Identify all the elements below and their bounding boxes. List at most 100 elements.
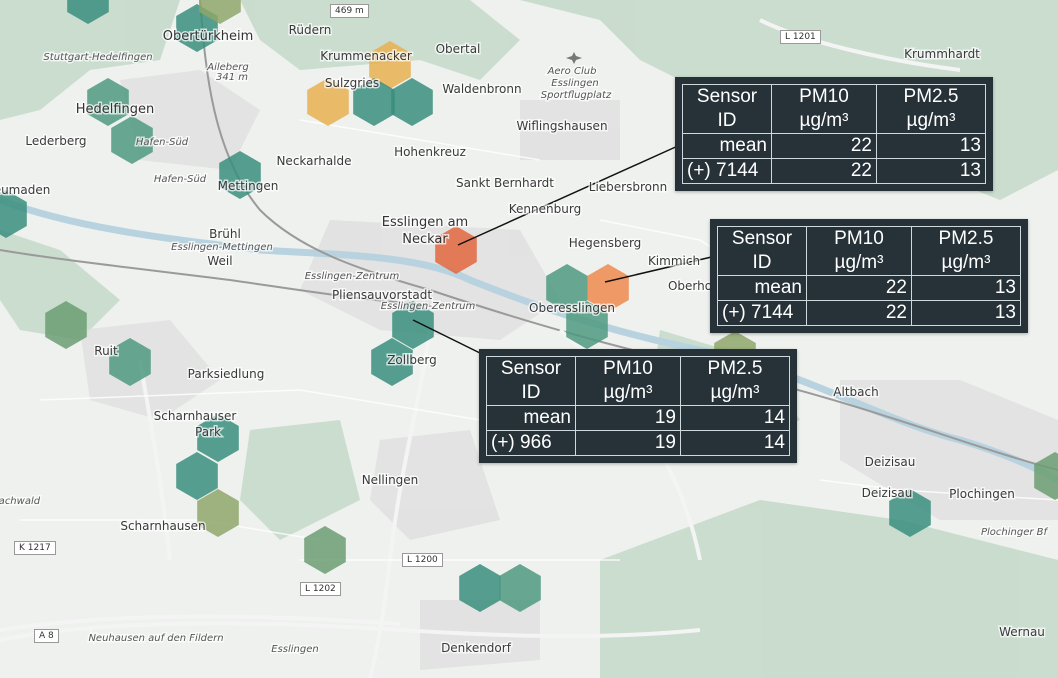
header-sensor-id: Sensor ID: [486, 356, 576, 406]
header-pm10: PM10 µg/m³: [806, 226, 912, 276]
place-label: Kimmich: [648, 254, 700, 268]
area-label: Plochinger Bf: [981, 527, 1049, 538]
sensor-popup-3[interactable]: Sensor ID PM10 µg/m³ PM2.5 µg/m³ mean 19 14…: [479, 349, 797, 463]
area-label: 341 m: [216, 72, 248, 83]
sensor-pm10: 19: [575, 430, 681, 456]
area-label: Stuttgart-Hedelfingen: [43, 52, 152, 63]
place-label: Denkendorf: [441, 641, 512, 655]
place-label: Hedelfingen: [76, 102, 155, 117]
mean-pm10: 22: [806, 275, 912, 301]
area-label: Esslingen-Zentrum: [381, 301, 476, 312]
place-label: Wiflingshausen: [516, 119, 607, 133]
popup-header-row: Sensor ID PM10 µg/m³ PM2.5 µg/m³: [682, 84, 986, 134]
place-label: Scharnhauser: [154, 409, 237, 423]
header-pm10: PM10 µg/m³: [575, 356, 681, 406]
area-label: Esslingen: [271, 644, 318, 655]
place-label: Scharnhausen: [120, 519, 205, 533]
popup-mean-row: mean 19 14: [486, 405, 790, 431]
area-label: Esslingen: [551, 78, 598, 89]
place-label: Wernau: [999, 625, 1045, 639]
sensor-pm25: 13: [911, 300, 1021, 326]
place-label: Hohenkreuz: [394, 145, 466, 159]
place-label: Neckarhalde: [276, 154, 351, 168]
sensor-popup-2[interactable]: Sensor ID PM10 µg/m³ PM2.5 µg/m³ mean 22 13…: [710, 219, 1028, 333]
area-label: Sportflugplatz: [541, 90, 612, 101]
sensor-pm25: 14: [680, 430, 790, 456]
place-label: Liebersbronn: [589, 180, 667, 194]
place-label: eumaden: [0, 183, 50, 197]
mean-pm25: 13: [876, 133, 986, 159]
place-label: Ruit: [94, 344, 118, 358]
sensor-expand-toggle[interactable]: (+) 7144: [682, 158, 772, 184]
sensor-expand-toggle[interactable]: (+) 966: [486, 430, 576, 456]
popup-header-row: Sensor ID PM10 µg/m³ PM2.5 µg/m³: [717, 226, 1021, 276]
place-label: Obertal: [436, 42, 481, 56]
place-label: Nellingen: [362, 473, 419, 487]
place-label: Oberho: [668, 279, 712, 293]
place-label: Hegensberg: [569, 236, 642, 250]
place-label: Obertürkheim: [163, 29, 254, 44]
mean-pm10: 22: [771, 133, 877, 159]
place-label: Pliensauvorstadt: [332, 288, 432, 302]
header-sensor-id: Sensor ID: [682, 84, 772, 134]
header-pm10: PM10 µg/m³: [771, 84, 877, 134]
mean-label: mean: [682, 133, 772, 159]
place-label: Plochingen: [949, 487, 1015, 501]
header-pm25: PM2.5 µg/m³: [911, 226, 1021, 276]
place-label: Park: [195, 425, 221, 439]
sensor-popup-table: Sensor ID PM10 µg/m³ PM2.5 µg/m³ mean 22 13…: [717, 226, 1021, 326]
mean-label: mean: [486, 405, 576, 431]
area-label: Esslingen-Mettingen: [171, 242, 273, 253]
place-label: Neckar: [402, 232, 448, 247]
place-label: Deizisau: [865, 455, 916, 469]
place-label: Altbach: [833, 385, 878, 399]
mean-pm25: 14: [680, 405, 790, 431]
header-sensor-id: Sensor ID: [717, 226, 807, 276]
place-label: Deizisau: [862, 486, 913, 500]
place-label: Rüdern: [289, 23, 332, 37]
mean-pm10: 19: [575, 405, 681, 431]
sensor-pm10: 22: [771, 158, 877, 184]
mean-pm25: 13: [911, 275, 1021, 301]
place-label: Weil: [207, 254, 232, 268]
popup-sensor-row[interactable]: (+) 966 19 14: [486, 430, 790, 456]
road-badge: 469 m: [330, 4, 369, 18]
road-badge: L 1200: [402, 553, 443, 567]
place-label: Lederberg: [25, 134, 86, 148]
area-label: Esslingen-Zentrum: [305, 271, 400, 282]
place-label: Oberesslingen: [529, 301, 615, 315]
place-label: Esslingen am: [382, 215, 468, 230]
header-pm25: PM2.5 µg/m³: [680, 356, 790, 406]
sensor-pm25: 13: [876, 158, 986, 184]
sensor-popup-1[interactable]: Sensor ID PM10 µg/m³ PM2.5 µg/m³ mean 22 13…: [675, 77, 993, 191]
road-badge: A 8: [34, 629, 59, 643]
sensor-expand-toggle[interactable]: (+) 7144: [717, 300, 807, 326]
header-pm25: PM2.5 µg/m³: [876, 84, 986, 134]
place-label: Waldenbronn: [442, 82, 521, 96]
road-badge: K 1217: [14, 541, 56, 555]
place-label: Mettingen: [218, 179, 279, 193]
area-label: Hafen-Süd: [136, 137, 189, 148]
popup-mean-row: mean 22 13: [682, 133, 986, 159]
area-label: Neuhausen auf den Fildern: [88, 633, 223, 644]
road-badge: L 1202: [300, 582, 341, 596]
place-label: Krummenacker: [320, 49, 412, 63]
popup-sensor-row[interactable]: (+) 7144 22 13: [682, 158, 986, 184]
area-label: lachwald: [0, 496, 41, 507]
area-label: Aero Club: [547, 66, 597, 77]
place-label: Krummhardt: [904, 47, 980, 61]
road-badge: L 1201: [780, 30, 821, 44]
sensor-popup-table: Sensor ID PM10 µg/m³ PM2.5 µg/m³ mean 22 13…: [682, 84, 986, 184]
popup-mean-row: mean 22 13: [717, 275, 1021, 301]
mean-label: mean: [717, 275, 807, 301]
place-label: Parksiedlung: [188, 367, 265, 381]
place-label: Sulzgries: [325, 76, 379, 90]
area-label: Hafen-Süd: [154, 174, 207, 185]
sensor-popup-table: Sensor ID PM10 µg/m³ PM2.5 µg/m³ mean 19 14…: [486, 356, 790, 456]
popup-sensor-row[interactable]: (+) 7144 22 13: [717, 300, 1021, 326]
place-label: Sankt Bernhardt: [456, 176, 554, 190]
place-label: Brühl: [209, 227, 241, 241]
place-label: Kennenburg: [509, 202, 581, 216]
popup-header-row: Sensor ID PM10 µg/m³ PM2.5 µg/m³: [486, 356, 790, 406]
sensor-pm10: 22: [806, 300, 912, 326]
